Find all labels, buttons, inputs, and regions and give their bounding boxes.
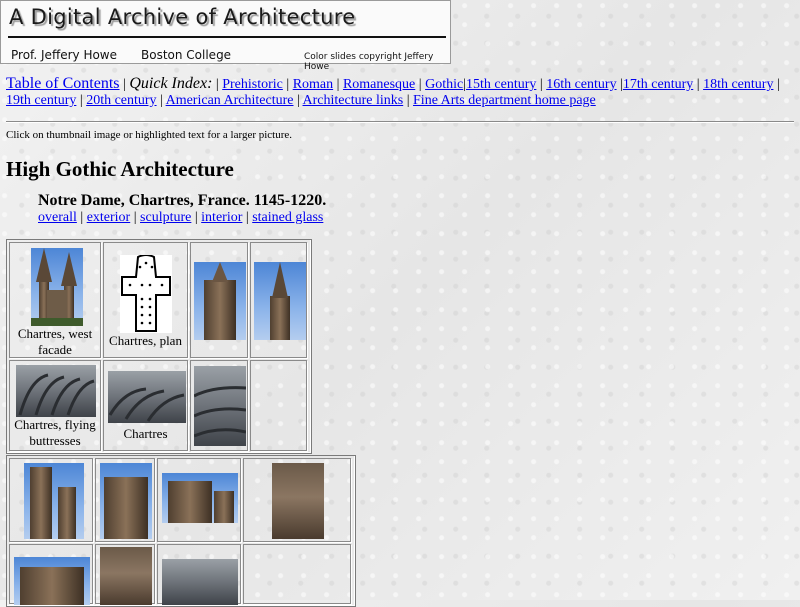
- horizontal-rule: [6, 121, 794, 123]
- exterior-thumbnail[interactable]: [14, 557, 90, 605]
- banner-copyright: Color slides copyright Jeffery Howe: [304, 52, 434, 72]
- thumbnail-table-1: Chartres, west facade Chartres, plan Cha…: [6, 239, 312, 454]
- exterior-thumbnail[interactable]: [100, 547, 152, 605]
- thumbnail-caption[interactable]: Chartres, west facade: [10, 326, 100, 358]
- thumbnail-table-2: [6, 455, 356, 607]
- thumbnail-cell[interactable]: Chartres, plan: [103, 242, 188, 358]
- plan-thumbnail[interactable]: [120, 255, 172, 333]
- section-link-stained-glass[interactable]: stained glass: [252, 210, 323, 225]
- banner-author: Prof. Jeffery Howe: [11, 48, 118, 62]
- thumbnail-cell[interactable]: [190, 360, 248, 451]
- nav-link-romanesque[interactable]: Romanesque: [343, 77, 415, 92]
- chartres-buttress-thumbnail[interactable]: [108, 371, 186, 423]
- nav-link-15th-century[interactable]: 15th century: [466, 77, 536, 92]
- thumbnail-cell[interactable]: Chartres: [103, 360, 188, 451]
- nav-link-roman[interactable]: Roman: [293, 77, 333, 92]
- quick-index-nav: Table of Contents | Quick Index: | Prehi…: [6, 75, 780, 109]
- thumbnail-cell[interactable]: Chartres, flying buttresses: [9, 360, 101, 451]
- section-link-interior[interactable]: interior: [201, 210, 242, 225]
- section-link-exterior[interactable]: exterior: [87, 210, 131, 225]
- nav-link-20th-century[interactable]: 20th century: [86, 93, 156, 108]
- thumbnail-caption[interactable]: Chartres: [104, 426, 187, 442]
- nav-link-gothic[interactable]: Gothic: [425, 77, 463, 92]
- buttress-detail-thumbnail[interactable]: [194, 366, 246, 446]
- thumbnail-cell[interactable]: [250, 242, 307, 358]
- banner-title: A Digital Archive of Architecture: [9, 5, 356, 29]
- thumbnail-cell[interactable]: [9, 458, 93, 542]
- tower-thumbnail[interactable]: [194, 262, 246, 340]
- quick-index-label: Quick Index:: [129, 75, 213, 92]
- nav-link-prehistoric[interactable]: Prehistoric: [222, 77, 283, 92]
- section-links: overall | exterior | sculpture | interio…: [38, 210, 324, 225]
- banner-rule: [8, 36, 446, 38]
- banner-college: Boston College: [141, 48, 232, 62]
- west-facade-thumbnail[interactable]: [31, 248, 83, 326]
- exterior-thumbnail[interactable]: [100, 463, 152, 539]
- thumbnail-cell[interactable]: Chartres, west facade: [9, 242, 101, 358]
- thumbnail-cell[interactable]: [9, 544, 93, 605]
- thumbnail-cell[interactable]: [157, 544, 241, 605]
- exterior-thumbnail[interactable]: [272, 463, 324, 539]
- nav-link-16th-century[interactable]: 16th century: [546, 77, 616, 92]
- nav-link-architecture-links[interactable]: Architecture links: [303, 93, 404, 108]
- section-title: Notre Dame, Chartres, France. 1145-1220.: [38, 192, 327, 209]
- nav-link-17th-century[interactable]: 17th century: [623, 77, 693, 92]
- nav-link-19th-century[interactable]: 19th century: [6, 93, 76, 108]
- toc-link[interactable]: Table of Contents: [6, 75, 120, 92]
- thumbnail-caption[interactable]: Chartres, flying buttresses: [10, 417, 100, 449]
- thumbnail-cell[interactable]: [190, 242, 248, 358]
- instructions-text: Click on thumbnail image or highlighted …: [6, 129, 293, 141]
- nav-link-american-architecture[interactable]: American Architecture: [166, 93, 294, 108]
- exterior-thumbnail[interactable]: [24, 463, 84, 539]
- exterior-thumbnail[interactable]: [162, 473, 238, 523]
- site-banner: A Digital Archive of Architecture Prof. …: [0, 0, 451, 72]
- exterior-thumbnail[interactable]: [162, 559, 238, 605]
- page-title: High Gothic Architecture: [6, 157, 234, 181]
- flying-buttresses-thumbnail[interactable]: [16, 365, 96, 417]
- thumbnail-cell[interactable]: [157, 458, 241, 542]
- empty-cell: [250, 360, 307, 451]
- section-link-overall[interactable]: overall: [38, 210, 77, 225]
- thumbnail-cell[interactable]: [243, 458, 351, 542]
- nav-link-18th-century[interactable]: 18th century: [703, 77, 773, 92]
- thumbnail-caption[interactable]: Chartres, plan: [104, 333, 187, 349]
- thumbnail-cell[interactable]: [95, 458, 155, 542]
- nav-link-fine-arts-home[interactable]: Fine Arts department home page: [413, 93, 596, 108]
- section-link-sculpture[interactable]: sculpture: [140, 210, 191, 225]
- thumbnail-cell[interactable]: [95, 544, 155, 605]
- spire-thumbnail[interactable]: [254, 262, 306, 340]
- empty-cell: [243, 544, 351, 604]
